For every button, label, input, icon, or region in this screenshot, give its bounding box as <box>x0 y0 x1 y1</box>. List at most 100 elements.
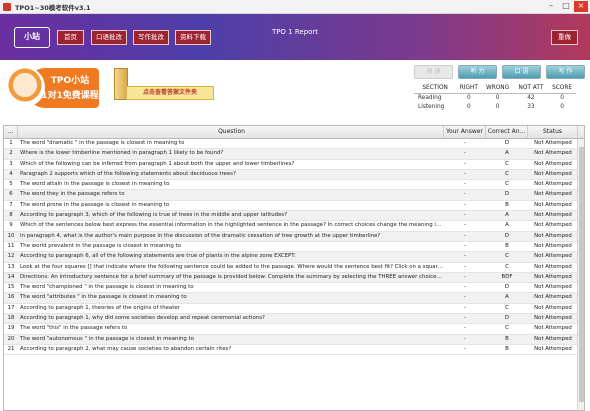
promo-line2: 1对1免费课程 <box>41 91 99 101</box>
stats-cell: Listening <box>418 103 445 110</box>
stats-cell: 0 <box>560 103 564 110</box>
table-row[interactable]: 3 Which of the following can be inferred … <box>4 160 584 170</box>
table-row[interactable]: 16 The word "attributes " in the passage … <box>4 293 584 304</box>
correct-answer: C <box>505 160 509 167</box>
stats-cell: 0 <box>495 103 500 110</box>
stats-cell: 42 <box>527 94 535 101</box>
tab-reading[interactable]: 阅 读 <box>414 65 453 79</box>
table-row[interactable]: 5 The word attain in the passage is close… <box>4 180 584 191</box>
correct-answer: D <box>504 140 510 146</box>
tab-writing[interactable]: 写 作 <box>546 65 585 79</box>
skill-tabs: 阅 读 听 力 口 语 写 作 <box>414 65 585 79</box>
close-icon[interactable]: × <box>574 1 588 12</box>
reset-button[interactable]: 重做 <box>551 30 578 45</box>
table-row[interactable]: 21 According to paragraph 2, what may cau… <box>4 345 584 356</box>
row-number: 5 <box>9 181 13 188</box>
table-row[interactable]: 9 Which of the sentences below best expre… <box>4 221 584 232</box>
status: Not Attemped <box>534 232 572 239</box>
correct-answer: B <box>505 242 509 249</box>
your-answer: - <box>464 212 466 219</box>
question-text: Which of the sentences below best expres… <box>20 222 444 229</box>
your-answer: - <box>464 191 466 198</box>
your-answer: - <box>464 232 466 239</box>
row-number: 19 <box>7 325 15 332</box>
your-answer: - <box>464 140 466 146</box>
column-header-correct-answer[interactable]: Correct An... <box>486 126 528 138</box>
table-row[interactable]: 4 Paragraph 2 supports which of the follo… <box>4 169 584 181</box>
correct-answer: C <box>505 263 509 270</box>
table-row[interactable]: 14 Directions: An introductory sentence f… <box>4 272 584 284</box>
tab-listening[interactable]: 听 力 <box>458 65 497 79</box>
your-answer: - <box>464 181 466 188</box>
table-row[interactable]: 12 According to paragraph 6, all of the f… <box>4 252 584 263</box>
status: Not Attemped <box>534 345 572 352</box>
status: Not Attemped <box>534 140 572 146</box>
question-text: According to paragraph 1, theories of th… <box>20 304 180 311</box>
table-row[interactable]: 1 The word "dramatic " in the passage is … <box>4 139 584 150</box>
status: Not Attemped <box>534 212 572 219</box>
your-answer: - <box>464 304 466 311</box>
status: Not Attemped <box>534 160 572 167</box>
your-answer: - <box>464 263 466 270</box>
row-number: 15 <box>7 284 15 291</box>
table-row[interactable]: 8 According to paragraph 3, which of the … <box>4 211 584 222</box>
grid-header: ... Question Your Answer Correct An... S… <box>4 126 584 139</box>
row-number: 11 <box>7 242 15 249</box>
row-number: 8 <box>9 212 13 219</box>
column-header-question[interactable]: Question <box>18 126 444 138</box>
table-row[interactable]: 11 The world prevalent in the passage is … <box>4 242 584 253</box>
status: Not Attemped <box>534 191 572 198</box>
scrollbar-thumb[interactable] <box>579 147 584 402</box>
table-row[interactable]: 19 The word "this" in the passage refers … <box>4 324 584 335</box>
table-row[interactable]: 20 The word "autonomous " in the passage … <box>4 334 584 345</box>
header-bar: 小站 首页 口语批改 写作批改 资料下载 TPO 1 Report 重做 <box>0 14 590 60</box>
your-answer: - <box>464 345 466 352</box>
status: Not Attemped <box>534 150 572 157</box>
grid-body: 1 The word "dramatic " in the passage is … <box>4 139 584 356</box>
correct-answer: C <box>505 181 509 188</box>
stats-cell: 0 <box>466 103 471 110</box>
your-answer: - <box>464 253 466 260</box>
table-row[interactable]: 6 The word they in the passage refers to -… <box>4 190 584 201</box>
column-header-status[interactable]: Status <box>528 126 578 138</box>
question-text: Where is the lower timberline mentioned … <box>20 150 224 157</box>
table-row[interactable]: 13 Look at the four squares [] that indic… <box>4 263 584 273</box>
status: Not Attemped <box>534 335 572 342</box>
tab-speaking[interactable]: 口 语 <box>502 65 541 79</box>
table-row[interactable]: 10 In paragraph 4, what is the author's m… <box>4 231 584 242</box>
correct-answer: C <box>505 325 509 332</box>
table-row[interactable]: 18 According to paragraph 1, why did some… <box>4 314 584 325</box>
correct-answer: C <box>505 304 509 311</box>
your-answer: - <box>464 201 466 208</box>
question-text: According to paragraph 3, which of the f… <box>20 212 288 219</box>
table-row[interactable]: 7 The word prone in the passage is closes… <box>4 201 584 212</box>
table-row[interactable]: 15 The word "championed " in the passage … <box>4 283 584 294</box>
status: Not Attemped <box>534 222 572 229</box>
question-text: The word "attributes " in the passage is… <box>20 294 187 301</box>
vertical-scrollbar[interactable] <box>577 139 584 410</box>
correct-answer: B <box>505 335 509 342</box>
stats-row-reading: Reading 0 0 42 0 <box>414 93 576 102</box>
your-answer: - <box>464 325 466 332</box>
your-answer: - <box>464 170 466 177</box>
column-header-number[interactable]: ... <box>4 126 18 138</box>
answer-folder-link[interactable]: 点击查看答案文件夹 <box>126 86 214 100</box>
correct-answer: C <box>505 253 509 260</box>
question-text: Paragraph 2 supports which of the follow… <box>20 170 236 177</box>
column-header-your-answer[interactable]: Your Answer <box>444 126 486 138</box>
table-row[interactable]: 17 According to paragraph 1, theories of … <box>4 304 584 315</box>
stats-header: NOT ATT <box>513 84 549 94</box>
stats-cell: 0 <box>495 94 500 101</box>
row-number: 7 <box>9 201 13 208</box>
maximize-icon[interactable]: □ <box>559 1 573 12</box>
stats-cell: 0 <box>466 94 471 101</box>
status: Not Attemped <box>534 201 572 208</box>
score-summary-table: SECTION RIGHT WRONG NOT ATT SCORE Readin… <box>414 84 576 111</box>
promo-banner[interactable]: TPO小站 1对1免费课程 <box>5 65 99 110</box>
table-row[interactable]: 2 Where is the lower timberline mentioned… <box>4 149 584 160</box>
correct-answer: A <box>505 150 509 157</box>
minimize-icon[interactable]: – <box>544 1 558 12</box>
status: Not Attemped <box>534 284 572 291</box>
question-text: According to paragraph 2, what may cause… <box>20 345 232 352</box>
status: Not Attemped <box>534 181 572 188</box>
